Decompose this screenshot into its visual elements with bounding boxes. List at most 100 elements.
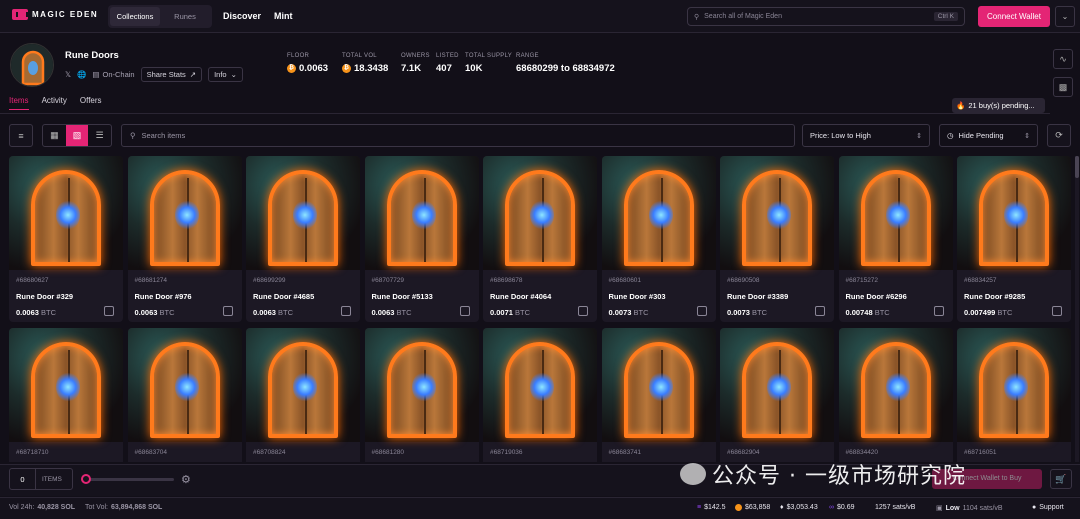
nft-image[interactable] (364, 156, 479, 270)
slider-knob[interactable] (81, 474, 91, 484)
list-view-icon[interactable]: ☰ (88, 125, 111, 146)
nft-name: Rune Door #303 (608, 292, 666, 301)
globe-icon[interactable]: 🌐 (77, 70, 86, 79)
nft-card[interactable]: #68834257 Rune Door #9285 0.007499 BTC (957, 156, 1071, 322)
nft-card[interactable]: #68690508 Rune Door #3389 0.0073 BTC (720, 156, 834, 322)
inspect-icon[interactable] (578, 306, 588, 316)
nft-card[interactable]: #68680627 Rune Door #329 0.0063 BTC (9, 156, 123, 322)
nft-name: Rune Door #976 (134, 292, 192, 301)
connect-wallet-button[interactable]: Connect Wallet (978, 6, 1050, 27)
token-id: #68707729 (371, 277, 405, 284)
quantity-field[interactable]: 0 ITEMS (9, 468, 73, 490)
pending-buys-badge[interactable]: 🔥 21 buy(s) pending... (952, 98, 1045, 113)
solana-icon: ≡ (697, 504, 702, 511)
items-search-input[interactable]: ⚲ Search items (121, 124, 795, 147)
door-artwork (742, 170, 812, 266)
collection-tabs: Items Activity Offers (9, 96, 102, 110)
nft-image[interactable] (601, 328, 716, 442)
nft-image[interactable] (483, 156, 597, 270)
grid-small-icon[interactable]: ▧ (65, 125, 89, 146)
nft-card[interactable]: #68683741 (601, 328, 716, 462)
nft-image[interactable] (483, 328, 597, 442)
cart-icon[interactable]: 🛒 (1050, 469, 1072, 489)
token-id: #68681274 (134, 277, 168, 284)
nft-image[interactable] (601, 156, 716, 270)
nft-image[interactable] (838, 328, 953, 442)
logo[interactable]: MAGIC EDEN (12, 9, 98, 20)
nft-image[interactable] (127, 156, 242, 270)
nft-image[interactable] (364, 328, 479, 442)
info-dropdown[interactable]: Info ⌄ (208, 67, 243, 82)
pending-filter-select[interactable]: ◷ Hide Pending ⇕ (939, 124, 1038, 147)
tab-offers[interactable]: Offers (80, 96, 102, 110)
nft-card[interactable]: #68682904 (720, 328, 834, 462)
door-artwork (623, 342, 694, 438)
nft-name: Rune Door #3389 (727, 292, 789, 301)
filter-icon[interactable]: ≡ (9, 124, 33, 147)
support-link[interactable]: ● Support (1032, 504, 1064, 511)
refresh-icon[interactable]: ⟳ (1047, 124, 1071, 147)
nft-price: 0.00748 BTC (846, 308, 890, 317)
wechat-icon (680, 463, 706, 485)
nft-card[interactable]: #68681274 Rune Door #976 0.0063 BTC (127, 156, 242, 322)
global-search-input[interactable]: ⚲ Search all of Magic Eden Ctrl K (687, 7, 965, 26)
inspect-icon[interactable] (104, 306, 114, 316)
nft-card[interactable]: #68699299 Rune Door #4685 0.0063 BTC (246, 156, 360, 322)
inspect-icon[interactable] (815, 306, 825, 316)
nft-image[interactable] (838, 156, 953, 270)
nft-card[interactable]: #68680601 Rune Door #303 0.0073 BTC (601, 156, 716, 322)
tab-items[interactable]: Items (9, 96, 29, 110)
activity-chart-icon[interactable]: ∿ (1053, 49, 1073, 69)
nft-image[interactable] (957, 328, 1071, 442)
onchain-badge[interactable]: ▤ On-Chain (92, 70, 134, 79)
nft-image[interactable] (9, 328, 123, 442)
tab-runes[interactable]: Runes (160, 7, 210, 26)
nft-card[interactable]: #68681280 (364, 328, 479, 462)
nft-image[interactable] (720, 156, 834, 270)
gear-icon[interactable]: ⚙ (181, 473, 191, 486)
nft-card[interactable]: #68718710 (9, 328, 123, 462)
inspect-icon[interactable] (341, 306, 351, 316)
nav-discover[interactable]: Discover (223, 11, 261, 21)
inspect-icon[interactable] (696, 306, 707, 316)
magic-eden-logo-icon (12, 9, 28, 20)
nft-card[interactable]: #68719036 (483, 328, 597, 462)
inspect-icon[interactable] (222, 306, 233, 316)
quantity-slider[interactable] (81, 478, 174, 481)
scrollbar[interactable] (1075, 156, 1079, 462)
nft-card[interactable]: #68834420 (838, 328, 953, 462)
bar-chart-icon[interactable]: ▩ (1053, 77, 1073, 97)
fee-rate: 1257 sats/vB (875, 504, 916, 511)
door-artwork (386, 342, 457, 438)
wallet-menu-chevron-icon[interactable]: ⌄ (1055, 6, 1075, 27)
share-stats-button[interactable]: Share Stats ↗ (140, 67, 203, 82)
grid-large-icon[interactable]: ▦ (43, 125, 66, 146)
nft-image[interactable] (246, 328, 360, 442)
nft-price: 0.0063 BTC (253, 308, 293, 317)
door-artwork (31, 342, 101, 438)
nft-card[interactable]: #68698678 Rune Door #4064 0.0071 BTC (483, 156, 597, 322)
nft-image[interactable] (127, 328, 242, 442)
nft-image[interactable] (957, 156, 1071, 270)
token-id: #68680627 (16, 277, 49, 284)
inspect-icon[interactable] (459, 306, 470, 316)
quantity-value[interactable]: 0 (10, 469, 36, 489)
tab-collections[interactable]: Collections (110, 7, 160, 26)
nft-card[interactable]: #68715272 Rune Door #6296 0.00748 BTC (838, 156, 953, 322)
door-artwork (979, 342, 1049, 438)
nft-card[interactable]: #68716051 (957, 328, 1071, 462)
nft-card[interactable]: #68708824 (246, 328, 360, 462)
nft-card[interactable]: #68683704 (127, 328, 242, 462)
nft-image[interactable] (246, 156, 360, 270)
inspect-icon[interactable] (1052, 306, 1062, 316)
nav-mint[interactable]: Mint (274, 11, 293, 21)
nft-card[interactable]: #68707729 Rune Door #5133 0.0063 BTC (364, 156, 479, 322)
nft-image[interactable] (9, 156, 123, 270)
nft-image[interactable] (720, 328, 834, 442)
sort-select[interactable]: Price: Low to High ⇕ (802, 124, 930, 147)
inspect-icon[interactable] (933, 306, 944, 316)
scrollbar-thumb[interactable] (1075, 156, 1079, 178)
token-id: #68682904 (727, 449, 760, 456)
tab-activity[interactable]: Activity (42, 96, 67, 110)
x-twitter-icon[interactable]: 𝕏 (65, 70, 71, 79)
